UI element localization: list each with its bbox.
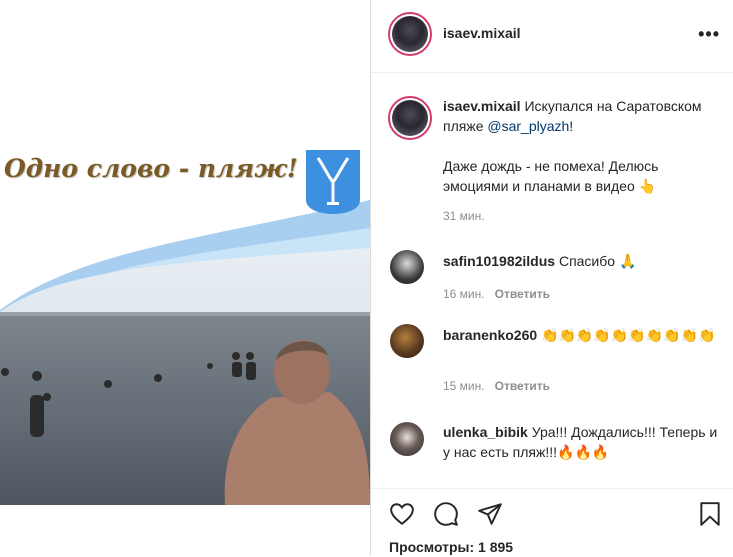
comment-avatar[interactable] (390, 324, 424, 358)
comment-emoji: 🙏 (618, 254, 637, 270)
author-avatar[interactable] (388, 12, 432, 56)
comment-text: Спасибо (558, 253, 616, 269)
comment-username[interactable]: safin101982ildus (443, 253, 555, 269)
bookmark-icon[interactable] (697, 501, 723, 527)
comment-time[interactable]: 16 мин. (443, 287, 485, 301)
caption-username[interactable]: isaev.mixail (443, 98, 521, 114)
caption: isaev.mixail Искупался на Саратовском пл… (443, 96, 723, 197)
post-actions-bar: Просмотры: 1 895 (371, 488, 733, 557)
author-username[interactable]: isaev.mixail (443, 25, 521, 41)
reply-button[interactable]: Ответить (495, 287, 550, 301)
caption-exclaim: ! (569, 118, 574, 134)
share-icon[interactable] (477, 501, 503, 527)
comment-meta: 16 мин. Ответить (443, 287, 550, 301)
post-media[interactable]: Одно слово - пляж! (0, 0, 370, 556)
comment-item: safin101982ildus Спасибо 🙏 (443, 251, 723, 272)
reply-button[interactable]: Ответить (495, 379, 550, 393)
comment-time[interactable]: 15 мин. (443, 379, 485, 393)
media-headline: Одно слово - пляж! (4, 154, 298, 183)
comment-item: baranenko260 👏👏👏👏👏👏👏👏👏👏 (443, 325, 723, 346)
caption-time[interactable]: 31 мин. (443, 209, 485, 223)
comment-emoji: 🔥🔥🔥 (557, 445, 610, 461)
post-details-panel: isaev.mixail ••• isaev.mixail Искупался … (370, 0, 733, 557)
comment-item: ulenka_bibik Ура!!! Дождались!!! Теперь … (443, 422, 723, 463)
caption-mention-link[interactable]: @sar_plyazh (487, 118, 569, 134)
comment-avatar[interactable] (390, 250, 424, 284)
views-count[interactable]: Просмотры: 1 895 (389, 539, 513, 555)
comment-icon[interactable] (433, 501, 459, 527)
more-horizontal-icon[interactable]: ••• (698, 24, 720, 45)
comment-username[interactable]: ulenka_bibik (443, 424, 528, 440)
heart-icon[interactable] (389, 501, 415, 527)
caption-emoji: 👆 (638, 179, 657, 195)
comment-username[interactable]: baranenko260 (443, 327, 537, 343)
beach-video-frame (0, 150, 370, 505)
comment-emoji: 👏👏👏👏👏👏👏👏👏👏 (541, 328, 716, 344)
comment-meta: 15 мин. Ответить (443, 379, 550, 393)
post-header: isaev.mixail ••• (371, 0, 733, 73)
caption-line2: Даже дождь - не помеха! Делюсь эмоциями … (443, 158, 659, 194)
caption-author-avatar[interactable] (388, 96, 432, 140)
comment-avatar[interactable] (390, 422, 424, 456)
